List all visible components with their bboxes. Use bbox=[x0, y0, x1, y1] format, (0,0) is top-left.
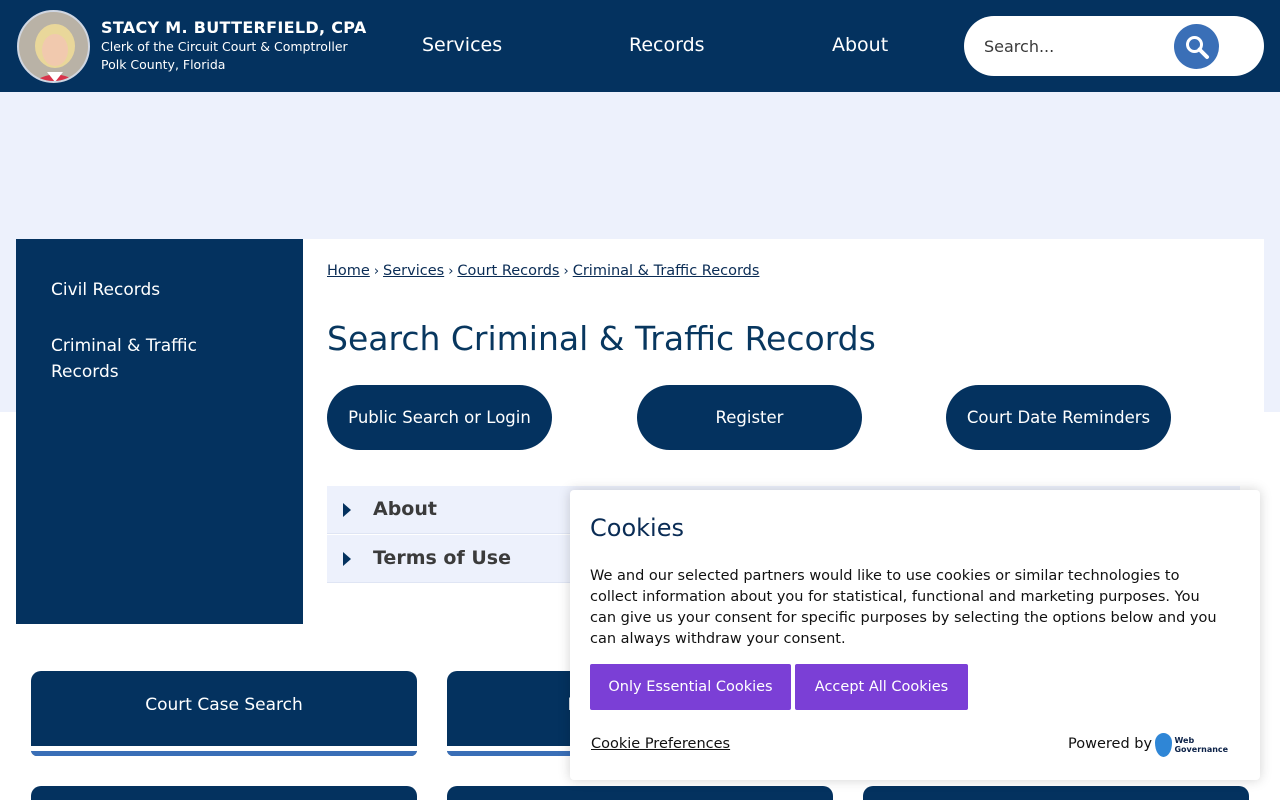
site-header: STACY M. BUTTERFIELD, CPA Clerk of the C… bbox=[0, 0, 1280, 92]
tile-row2-3[interactable] bbox=[863, 786, 1249, 800]
register-button[interactable]: Register bbox=[637, 385, 862, 450]
sidebar-nav: Civil Records Criminal & Traffic Records bbox=[16, 239, 303, 624]
tile-row2-2[interactable] bbox=[447, 786, 833, 800]
accept-all-cookies-button[interactable]: Accept All Cookies bbox=[795, 664, 968, 710]
accordion-terms-label: Terms of Use bbox=[373, 547, 511, 569]
breadcrumb-separator: › bbox=[448, 264, 454, 279]
cookie-preferences-link[interactable]: Cookie Preferences bbox=[591, 736, 730, 752]
accordion-about-label: About bbox=[373, 498, 437, 520]
county-name: Polk County, Florida bbox=[101, 57, 226, 72]
breadcrumb-criminal-traffic-records[interactable]: Criminal & Traffic Records bbox=[573, 263, 760, 279]
breadcrumb-separator: › bbox=[563, 264, 569, 279]
nav-services[interactable]: Services bbox=[422, 34, 502, 56]
breadcrumb-home[interactable]: Home bbox=[327, 263, 370, 279]
cookie-description: We and our selected partners would like … bbox=[590, 568, 1217, 647]
court-date-reminders-button[interactable]: Court Date Reminders bbox=[946, 385, 1171, 450]
portrait-image bbox=[19, 12, 88, 81]
clerk-portrait-avatar[interactable] bbox=[17, 10, 90, 83]
sidebar-item-criminal-traffic-records[interactable]: Criminal & Traffic Records bbox=[51, 333, 251, 385]
sidebar-item-civil-records[interactable]: Civil Records bbox=[51, 277, 251, 303]
caret-right-icon bbox=[343, 552, 351, 566]
breadcrumb: Home › Services › Court Records › Criminal & T… bbox=[327, 263, 759, 279]
search-icon bbox=[1185, 35, 1209, 59]
search-box bbox=[964, 16, 1264, 76]
breadcrumb-court-records[interactable]: Court Records bbox=[457, 263, 559, 279]
page-title: Search Criminal & Traffic Records bbox=[327, 319, 876, 358]
brand-block[interactable]: STACY M. BUTTERFIELD, CPA Clerk of the C… bbox=[101, 18, 367, 72]
tile-court-case-search-label: Court Case Search bbox=[145, 695, 303, 715]
nav-records[interactable]: Records bbox=[629, 34, 705, 56]
droplet-icon bbox=[1155, 733, 1173, 757]
clerk-name: STACY M. BUTTERFIELD, CPA bbox=[101, 18, 367, 37]
caret-right-icon bbox=[343, 503, 351, 517]
cookie-consent-dialog: Cookies We and our selected partners wou… bbox=[570, 490, 1260, 780]
tile-accent-bar bbox=[31, 746, 417, 756]
tile-row2-1[interactable] bbox=[31, 786, 417, 800]
public-search-login-button[interactable]: Public Search or Login bbox=[327, 385, 552, 450]
search-button[interactable] bbox=[1174, 24, 1219, 69]
search-input[interactable] bbox=[984, 32, 1204, 60]
cookie-title: Cookies bbox=[590, 514, 684, 542]
breadcrumb-services[interactable]: Services bbox=[383, 263, 444, 279]
web-governance-logo-text: Web Governance bbox=[1174, 736, 1229, 754]
web-governance-logo[interactable]: Web Governance bbox=[1155, 732, 1241, 758]
nav-about[interactable]: About bbox=[832, 34, 888, 56]
tile-court-case-search[interactable]: Court Case Search bbox=[31, 671, 417, 756]
clerk-title: Clerk of the Circuit Court & Comptroller bbox=[101, 39, 348, 54]
only-essential-cookies-button[interactable]: Only Essential Cookies bbox=[590, 664, 791, 710]
breadcrumb-separator: › bbox=[373, 264, 380, 279]
powered-by-label: Powered by bbox=[1068, 736, 1153, 752]
